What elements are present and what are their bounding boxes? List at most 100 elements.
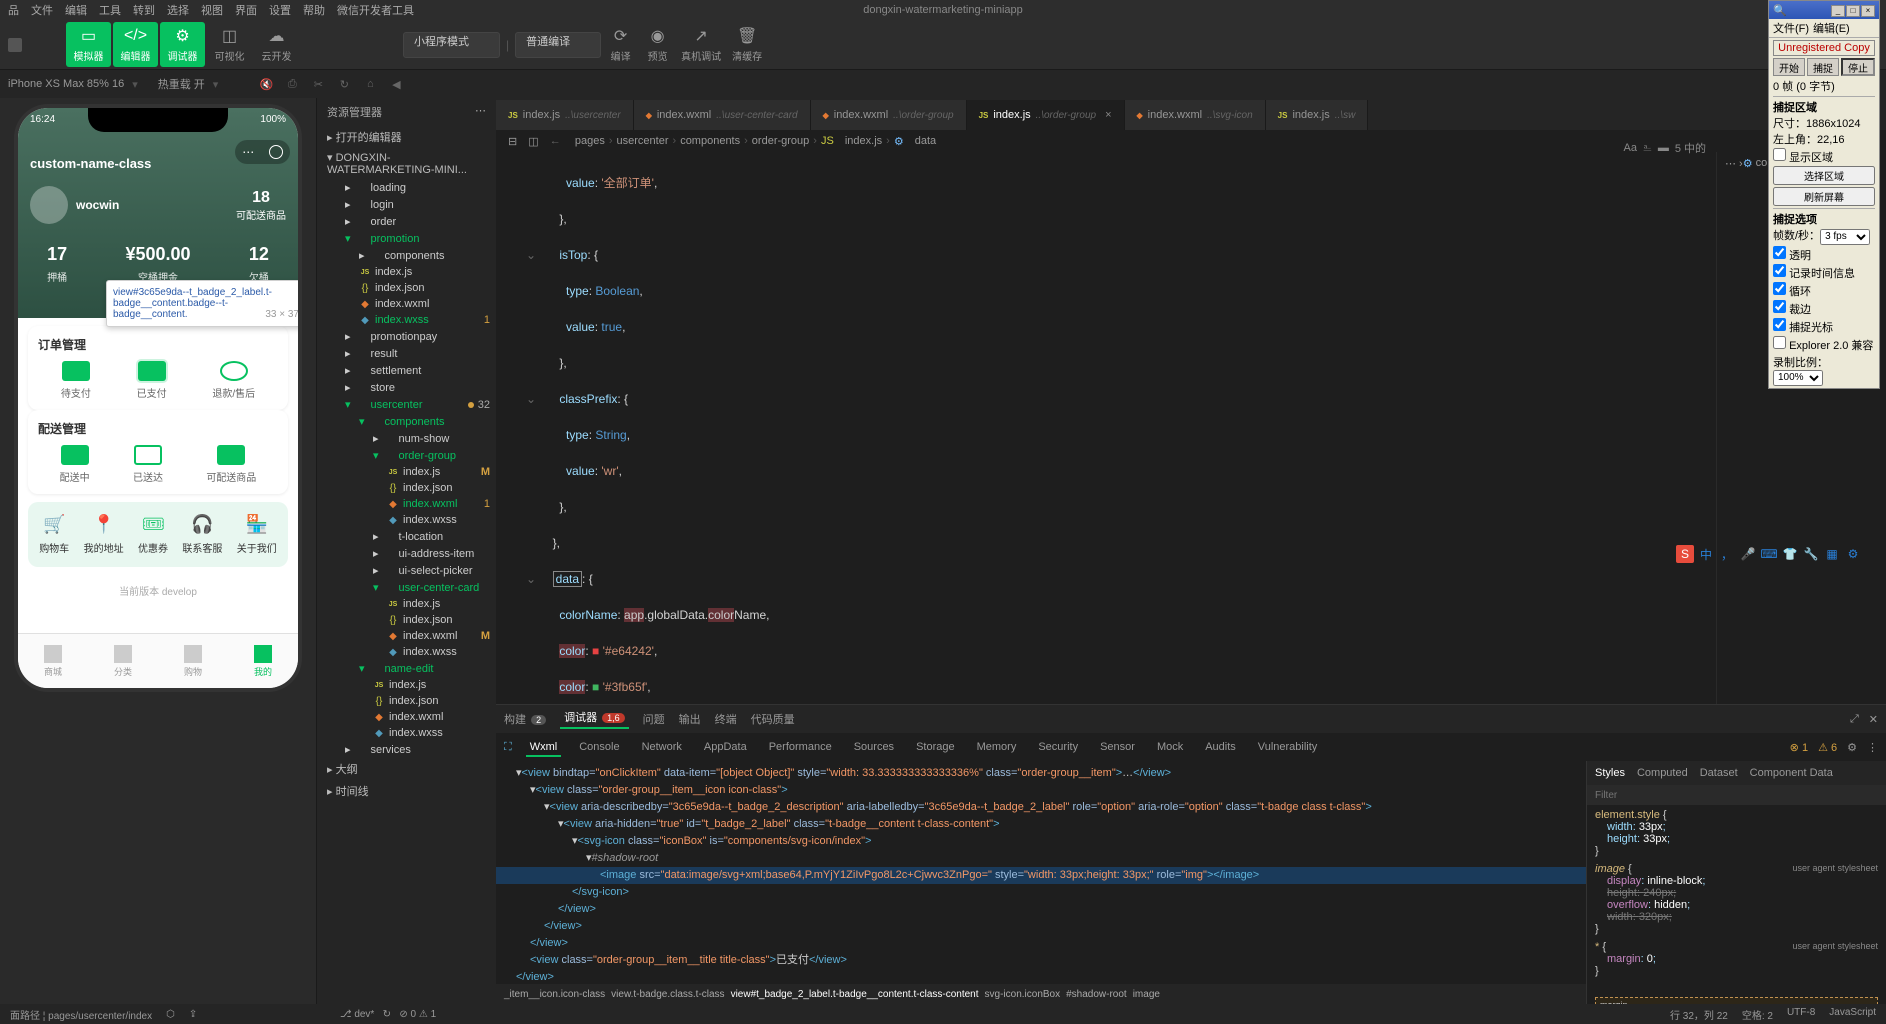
- visualize-button[interactable]: ◫可视化: [207, 22, 252, 67]
- tree-item-index-wxss[interactable]: index.wxss: [317, 725, 496, 741]
- minimize-icon[interactable]: _: [1831, 5, 1845, 17]
- devtools-tab-storage[interactable]: Storage: [912, 741, 959, 753]
- link-cart[interactable]: 🛒购物车: [39, 514, 69, 555]
- tabbar-cart[interactable]: 购物: [184, 645, 202, 678]
- terminal-tab[interactable]: 终端: [715, 711, 737, 727]
- tree-item-store[interactable]: ▸ store: [317, 379, 496, 396]
- explorer-more-icon[interactable]: ⋯: [475, 104, 486, 120]
- editor-tab-index.wxml-order-group[interactable]: ◆ index.wxml ..\order-group: [811, 100, 967, 130]
- inspect-element-icon[interactable]: ⛶: [504, 741, 512, 754]
- tree-item-t-location[interactable]: ▸ t-location: [317, 528, 496, 545]
- status-spaces[interactable]: 空格: 2: [1742, 1007, 1773, 1022]
- print-icon[interactable]: ⎙: [284, 76, 300, 92]
- chk-loop[interactable]: [1773, 282, 1786, 295]
- delivery-item-available[interactable]: 可配送商品: [206, 445, 256, 484]
- tree-item-index-json[interactable]: index.json: [317, 612, 496, 628]
- user-avatar[interactable]: [30, 186, 68, 224]
- status-lncol[interactable]: 行 32，列 22: [1670, 1007, 1728, 1022]
- code-editor[interactable]: value: '全部订单', }, ⌄ isTop: { type: Boole…: [496, 152, 1716, 704]
- btn-refresh[interactable]: 刷新屏幕: [1773, 187, 1875, 206]
- devtools-tab-wxml[interactable]: Wxml: [526, 741, 562, 757]
- menu-help[interactable]: 帮助: [303, 2, 325, 18]
- tree-item-index-wxss[interactable]: index.wxss1: [317, 312, 496, 328]
- close-icon[interactable]: ×: [1861, 5, 1875, 17]
- link-support[interactable]: 🎧联系客服: [182, 514, 222, 555]
- warning-count[interactable]: ⚠ 6: [1818, 741, 1837, 754]
- menu-tools[interactable]: 工具: [99, 2, 121, 18]
- styles-rules[interactable]: element.style { width: 33px; height: 33p…: [1587, 805, 1886, 1004]
- tree-item-order[interactable]: ▸ order: [317, 213, 496, 230]
- error-count[interactable]: ⊗ 1: [1790, 741, 1808, 754]
- editor-tab-index.js-usercenter[interactable]: JS index.js ..\usercenter: [496, 100, 634, 130]
- menu-edit[interactable]: 编辑: [65, 2, 87, 18]
- debugger-tab[interactable]: 调试器 1,6: [560, 709, 629, 729]
- tree-item-index-js[interactable]: index.jsM: [317, 464, 496, 480]
- menu-project[interactable]: 品: [8, 2, 19, 18]
- tree-item-name-edit[interactable]: ▾ name-edit: [317, 660, 496, 677]
- maximize-icon[interactable]: □: [1846, 5, 1860, 17]
- devtools-tab-sensor[interactable]: Sensor: [1096, 741, 1139, 753]
- tree-item-index-js[interactable]: index.js: [317, 264, 496, 280]
- tree-item-index-js[interactable]: index.js: [317, 677, 496, 693]
- chk-crop[interactable]: [1773, 300, 1786, 313]
- bc-toggle-icon-2[interactable]: ◫: [528, 135, 538, 148]
- status-encoding[interactable]: UTF-8: [1787, 1007, 1815, 1022]
- bc-toggle-icon[interactable]: ⊟: [508, 135, 517, 148]
- devtools-tab-memory[interactable]: Memory: [973, 741, 1021, 753]
- output-tab[interactable]: 输出: [679, 711, 701, 727]
- status-share[interactable]: ⇪: [189, 1009, 197, 1020]
- tree-item-login[interactable]: ▸ login: [317, 196, 496, 213]
- capsule-button[interactable]: ⋯: [235, 140, 290, 164]
- debugger-button[interactable]: ⚙调试器: [160, 22, 205, 67]
- mute-icon[interactable]: 🔇: [258, 76, 274, 92]
- status-path[interactable]: 面路径 ¦ pages/usercenter/index: [10, 1007, 152, 1022]
- menu-settings[interactable]: 设置: [269, 2, 291, 18]
- tabbar-mall[interactable]: 商城: [44, 645, 62, 678]
- chk-timecode[interactable]: [1773, 264, 1786, 277]
- capture-window[interactable]: 🔍 _□× 文件(F) 编辑(E) Unregistered Copy 开始 捕…: [1768, 0, 1880, 389]
- tree-item-num-show[interactable]: ▸ num-show: [317, 430, 496, 447]
- editor-tab-index.wxml-user-center-card[interactable]: ◆ index.wxml ..\user-center-card: [634, 100, 811, 130]
- link-address[interactable]: 📍我的地址: [84, 514, 124, 555]
- tree-item-index-wxml[interactable]: index.wxml1: [317, 496, 496, 512]
- tree-item-components[interactable]: ▾ components: [317, 413, 496, 430]
- tabbar-mine[interactable]: 我的: [254, 645, 272, 678]
- project-section[interactable]: ▾ DONGXIN-WATERMARKETING-MINI...: [317, 148, 496, 179]
- mode-select[interactable]: 小程序模式: [403, 32, 500, 58]
- wxml-tree[interactable]: ▾<view bindtap="onClickItem" data-item="…: [496, 761, 1586, 984]
- home-icon[interactable]: ⌂: [362, 76, 378, 92]
- timeline-section[interactable]: ▸ 时间线: [317, 780, 496, 802]
- tree-item-result[interactable]: ▸ result: [317, 345, 496, 362]
- tree-item-order-group[interactable]: ▾ order-group: [317, 447, 496, 464]
- capture-menu-edit[interactable]: 编辑(E): [1813, 20, 1850, 36]
- menu-interface[interactable]: 界面: [235, 2, 257, 18]
- ratio-select[interactable]: 100%: [1773, 370, 1823, 386]
- ime-punct-icon[interactable]: ，: [1718, 545, 1736, 563]
- open-editors-section[interactable]: ▸ 打开的编辑器: [317, 126, 496, 148]
- tree-item-index-js[interactable]: index.js: [317, 596, 496, 612]
- tree-item-user-center-card[interactable]: ▾ user-center-card: [317, 579, 496, 596]
- ime-logo-icon[interactable]: S: [1676, 545, 1694, 563]
- fps-select[interactable]: 3 fps: [1820, 229, 1870, 245]
- ime-voice-icon[interactable]: 🎤: [1739, 545, 1757, 563]
- btn-stop[interactable]: 停止: [1841, 58, 1875, 76]
- outline-section[interactable]: ▸ 大纲: [317, 758, 496, 780]
- cut-icon[interactable]: ✂: [310, 76, 326, 92]
- editor-tab-index.wxml-svg-icon[interactable]: ◆ index.wxml ..\svg-icon: [1125, 100, 1266, 130]
- ime-lang-toggle[interactable]: 中: [1697, 545, 1715, 563]
- rotate-icon[interactable]: ↻: [336, 76, 352, 92]
- compile-button[interactable]: ⟳编译: [603, 22, 638, 67]
- menu-file[interactable]: 文件: [31, 2, 53, 18]
- tree-item-loading[interactable]: ▸ loading: [317, 179, 496, 196]
- tabbar-category[interactable]: 分类: [114, 645, 132, 678]
- devtools-settings-icon[interactable]: ⚙: [1847, 741, 1857, 754]
- status-branch[interactable]: ⎇ dev* ↻ ⊘ 0 ⚠ 1: [340, 1009, 436, 1020]
- menu-select[interactable]: 选择: [167, 2, 189, 18]
- tree-item-index-wxml[interactable]: index.wxml: [317, 709, 496, 725]
- close-devtools-icon[interactable]: ✕: [1869, 713, 1878, 726]
- tree-item-ui-select-picker[interactable]: ▸ ui-select-picker: [317, 562, 496, 579]
- capture-titlebar[interactable]: 🔍 _□×: [1769, 1, 1879, 19]
- order-item-pending[interactable]: 待支付: [61, 361, 91, 400]
- real-debug-button[interactable]: ↗真机调试: [677, 22, 725, 67]
- link-about[interactable]: 🏪关于我们: [237, 514, 277, 555]
